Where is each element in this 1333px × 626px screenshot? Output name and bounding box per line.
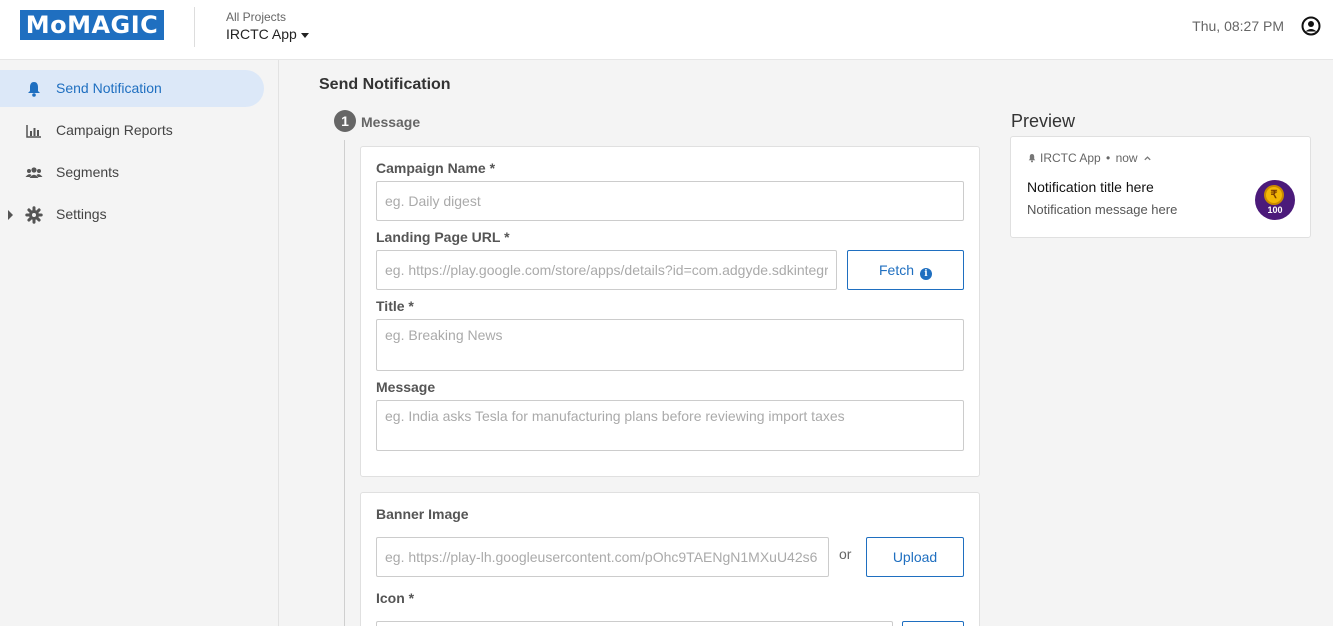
campaign-name-label: Campaign Name *: [376, 160, 496, 176]
rupee-coin: ₹: [1264, 185, 1284, 205]
users-icon: [25, 167, 43, 178]
page-title: Send Notification: [319, 76, 451, 93]
rupee-coin-icon: ₹ 100: [1255, 180, 1295, 220]
bell-icon: [28, 82, 40, 97]
message-label: Message: [376, 379, 436, 395]
chevron-up-icon: [1144, 156, 1151, 161]
preview-heading: Preview: [1011, 111, 1076, 131]
preview-time: now: [1115, 151, 1138, 165]
upload-button[interactable]: Upload: [866, 537, 964, 577]
notification-preview-card: IRCTC App • now Notification title here …: [1010, 136, 1311, 238]
sidebar-item-campaign-reports[interactable]: Campaign Reports: [0, 112, 264, 149]
sidebar-item-settings[interactable]: Settings: [0, 196, 264, 233]
header-divider: [194, 7, 195, 47]
sidebar-item-send-notification[interactable]: Send Notification: [0, 70, 264, 107]
gear-icon: [25, 206, 43, 224]
preview-notification-message: Notification message here: [1027, 202, 1178, 217]
preview-separator: •: [1106, 151, 1111, 165]
icon-upload-button[interactable]: [902, 621, 964, 626]
top-header: MoMAGIC All Projects IRCTC App Thu, 08:2…: [0, 0, 1333, 60]
sidebar: Send Notification Campaign Reports Segme…: [0, 60, 279, 626]
info-icon: i: [920, 268, 932, 280]
momagic-logo[interactable]: MoMAGIC: [20, 10, 164, 40]
banner-image-label: Banner Image: [376, 506, 469, 522]
project-label: All Projects: [226, 10, 287, 24]
landing-url-label: Landing Page URL *: [376, 229, 510, 245]
project-selected: IRCTC App: [226, 26, 297, 42]
project-selector[interactable]: IRCTC App: [226, 26, 309, 42]
bar-chart-icon: [26, 125, 41, 138]
message-input[interactable]: [376, 400, 964, 451]
sidebar-item-label: Settings: [56, 206, 107, 222]
sidebar-item-segments[interactable]: Segments: [0, 154, 264, 191]
sidebar-item-label: Send Notification: [56, 80, 162, 96]
preview-header: IRCTC App • now: [1027, 151, 1152, 165]
step-connector-line: [344, 140, 345, 626]
title-input[interactable]: [376, 319, 964, 371]
caret-right-icon[interactable]: [8, 210, 13, 220]
clock: Thu, 08:27 PM: [1192, 18, 1284, 34]
sidebar-item-label: Segments: [56, 164, 120, 180]
caret-down-icon: [300, 32, 309, 38]
campaign-name-input[interactable]: [376, 181, 964, 221]
step-label: Message: [361, 114, 421, 130]
preview-app-name: IRCTC App: [1040, 151, 1101, 165]
landing-url-input[interactable]: [376, 250, 837, 290]
sidebar-item-label: Campaign Reports: [56, 122, 173, 138]
icon-url-input[interactable]: [376, 621, 893, 626]
icon-label: Icon *: [376, 590, 415, 606]
user-account-icon[interactable]: [1301, 16, 1321, 36]
fetch-button-label: Fetch: [878, 262, 914, 278]
or-separator: or: [839, 546, 852, 562]
bell-icon: [1028, 154, 1036, 163]
preview-notification-title: Notification title here: [1027, 179, 1154, 195]
badge-number: 100: [1267, 205, 1283, 215]
fetch-button[interactable]: Fetch i: [847, 250, 964, 290]
step-number-badge: 1: [334, 110, 356, 132]
banner-image-url-input[interactable]: [376, 537, 829, 577]
title-label: Title *: [376, 298, 414, 314]
